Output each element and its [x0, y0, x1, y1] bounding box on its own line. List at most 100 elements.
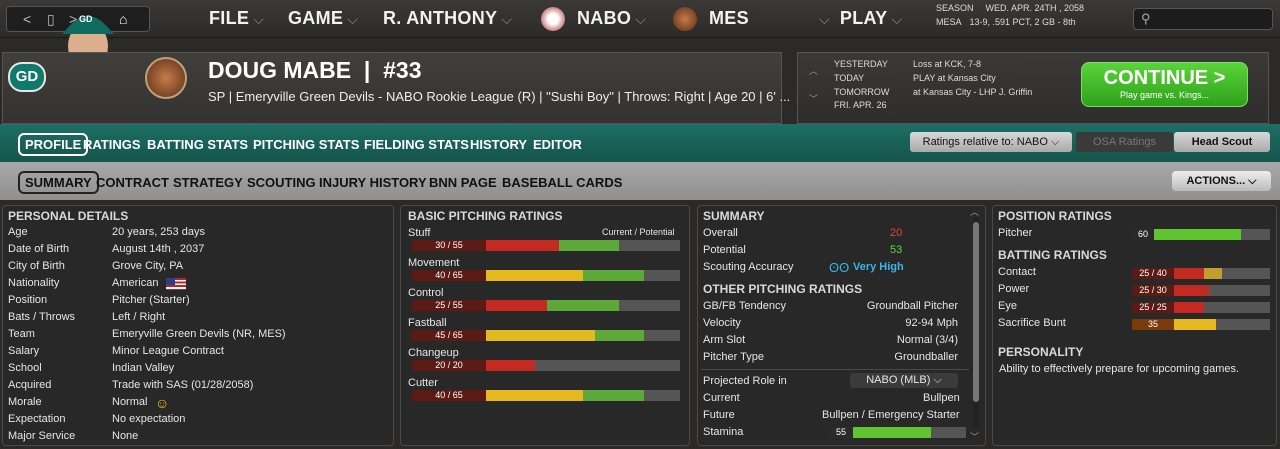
- detail-label: Major Service: [8, 430, 76, 442]
- detail-value: Normal: [112, 396, 148, 408]
- future-role-label: Future: [703, 409, 735, 421]
- scroll-up-icon[interactable]: ︿: [970, 205, 979, 218]
- rating-bar: 55: [829, 427, 966, 438]
- other-label: Arm Slot: [703, 334, 746, 346]
- pitch-label: Movement: [408, 257, 460, 269]
- scrollbar-thumb[interactable]: [973, 222, 979, 402]
- continue-button[interactable]: CONTINUE > Play game vs. Kings...: [1081, 62, 1248, 107]
- detail-value: Left / Right: [112, 311, 166, 323]
- nav-team[interactable]: MES: [709, 8, 749, 29]
- batting-label: Contact: [998, 266, 1036, 278]
- position-label: Pitcher: [998, 227, 1033, 239]
- schedule-tomorrow: TOMORROW at Kansas City - LHP J. Griffin: [834, 87, 1033, 97]
- summary-scrollbar[interactable]: [973, 218, 979, 428]
- search-icon: ⚲: [1141, 11, 1151, 26]
- rating-bar: 40 / 65: [412, 390, 680, 401]
- subtab-injury-history[interactable]: INJURY HISTORY: [319, 175, 427, 190]
- pitch-label: Fastball: [408, 317, 447, 329]
- rating-badge: 25 / 30: [1132, 285, 1174, 296]
- team-badge-icon: [145, 57, 187, 99]
- ratings-relative-select[interactable]: Ratings relative to: NABO ⌵: [910, 132, 1072, 152]
- summary-title: SUMMARY: [703, 209, 765, 223]
- subtab-bnn-page[interactable]: BNN PAGE: [429, 175, 497, 190]
- rating-badge: 60: [1132, 229, 1154, 240]
- rating-bar: 25 / 40: [1132, 268, 1270, 279]
- head-scout-button[interactable]: Head Scout: [1174, 132, 1270, 152]
- binoculars-icon: ʘʘ: [829, 260, 850, 275]
- pitching-col-header: Current / Potential: [602, 227, 675, 237]
- tab-editor[interactable]: EDITOR: [533, 137, 582, 152]
- rating-bar: 40 / 65: [412, 270, 680, 281]
- osa-ratings-button[interactable]: OSA Ratings: [1076, 132, 1173, 152]
- pitching-ratings-title: BASIC PITCHING RATINGS: [408, 209, 563, 223]
- subtab-strategy[interactable]: STRATEGY: [173, 175, 243, 190]
- detail-value: Pitcher (Starter): [112, 294, 190, 306]
- nav-league[interactable]: NABO ⌵: [577, 8, 646, 29]
- rating-bar: 30 / 55: [412, 240, 680, 251]
- overall-label: Overall: [703, 227, 738, 239]
- rating-bar: 45 / 65: [412, 330, 680, 341]
- detail-label: Morale: [8, 396, 42, 408]
- tab-history[interactable]: HISTORY: [470, 137, 527, 152]
- portrait-frame: [36, 52, 140, 124]
- personal-details-panel: [2, 205, 394, 446]
- chevron-down-icon[interactable]: ﹀: [809, 92, 818, 105]
- other-value: Groundball Pitcher: [866, 300, 958, 312]
- rating-bar: 25 / 30: [1132, 285, 1270, 296]
- detail-value: Grove City, PA: [112, 260, 184, 272]
- tab-ratings[interactable]: RATINGS: [83, 137, 141, 152]
- overall-value: 20: [890, 227, 903, 239]
- potential-value: 53: [890, 244, 903, 256]
- team-abbr: MESA: [936, 17, 962, 27]
- batting-ratings-title: BATTING RATINGS: [998, 248, 1107, 262]
- nav-play[interactable]: ⌵ PLAY ⌵: [819, 8, 902, 29]
- nav-game[interactable]: GAME ⌵: [288, 8, 358, 29]
- detail-label: Salary: [8, 345, 40, 357]
- rating-bar: 20 / 20: [412, 360, 680, 371]
- detail-label: City of Birth: [8, 260, 65, 272]
- other-label: Pitcher Type: [703, 351, 764, 363]
- other-label: Velocity: [703, 317, 741, 329]
- detail-label: Bats / Throws: [8, 311, 76, 323]
- projected-role-select[interactable]: NABO (MLB) ⌵: [850, 373, 958, 388]
- rating-bar: 35: [1132, 319, 1270, 330]
- subtab-contract[interactable]: CONTRACT: [96, 175, 169, 190]
- nav-file[interactable]: FILE ⌵: [209, 8, 264, 29]
- detail-label: Acquired: [8, 379, 52, 391]
- mes-logo-icon: [673, 7, 697, 31]
- other-value: Groundballer: [894, 351, 958, 363]
- detail-value: Emeryville Green Devils (NR, MES): [112, 328, 286, 340]
- personality-title: PERSONALITY: [998, 345, 1084, 359]
- rating-badge: 45 / 65: [412, 330, 486, 341]
- tab-fielding-stats[interactable]: FIELDING STATS: [364, 137, 469, 152]
- detail-value: August 14th , 2037: [112, 243, 205, 255]
- detail-label: Position: [8, 294, 48, 306]
- back-arrow-icon[interactable]: <: [23, 11, 31, 27]
- stamina-label: Stamina: [703, 426, 744, 438]
- detail-label: School: [8, 362, 42, 374]
- rating-badge: 40 / 65: [412, 270, 486, 281]
- personality-text: Ability to effectively prepare for upcom…: [999, 363, 1240, 375]
- pitch-label: Stuff: [408, 227, 431, 239]
- team-record: 13-9, .591 PCT, 2 GB - 8th: [969, 17, 1076, 27]
- tab-batting-stats[interactable]: BATTING STATS: [147, 137, 248, 152]
- rating-badge: 25 / 25: [1132, 302, 1174, 313]
- detail-value: Indian Valley: [112, 362, 175, 374]
- schedule-friday: FRI. APR. 26: [834, 100, 887, 110]
- season-label: SEASON: [936, 3, 974, 13]
- subtab-baseball-cards[interactable]: BASEBALL CARDS: [502, 175, 622, 190]
- tab-profile[interactable]: PROFILE: [18, 133, 89, 156]
- rating-bar: 25 / 25: [1132, 302, 1270, 313]
- subtab-summary[interactable]: SUMMARY: [18, 171, 99, 194]
- future-role-value: Bullpen / Emergency Starter: [822, 409, 960, 421]
- search-input[interactable]: ⚲: [1133, 8, 1273, 30]
- chevron-up-icon[interactable]: ︿: [809, 64, 818, 77]
- tab-pitching-stats[interactable]: PITCHING STATS: [253, 137, 359, 152]
- scroll-down-icon[interactable]: ﹀: [970, 430, 979, 443]
- nav-manager[interactable]: R. ANTHONY ⌵: [383, 8, 512, 29]
- detail-label: Expectation: [8, 413, 66, 425]
- current-role-value: Bullpen: [923, 392, 960, 404]
- actions-button[interactable]: ACTIONS... ⌵: [1172, 171, 1271, 191]
- subtab-scouting[interactable]: SCOUTING: [247, 175, 316, 190]
- other-pitching-title: OTHER PITCHING RATINGS: [703, 282, 863, 296]
